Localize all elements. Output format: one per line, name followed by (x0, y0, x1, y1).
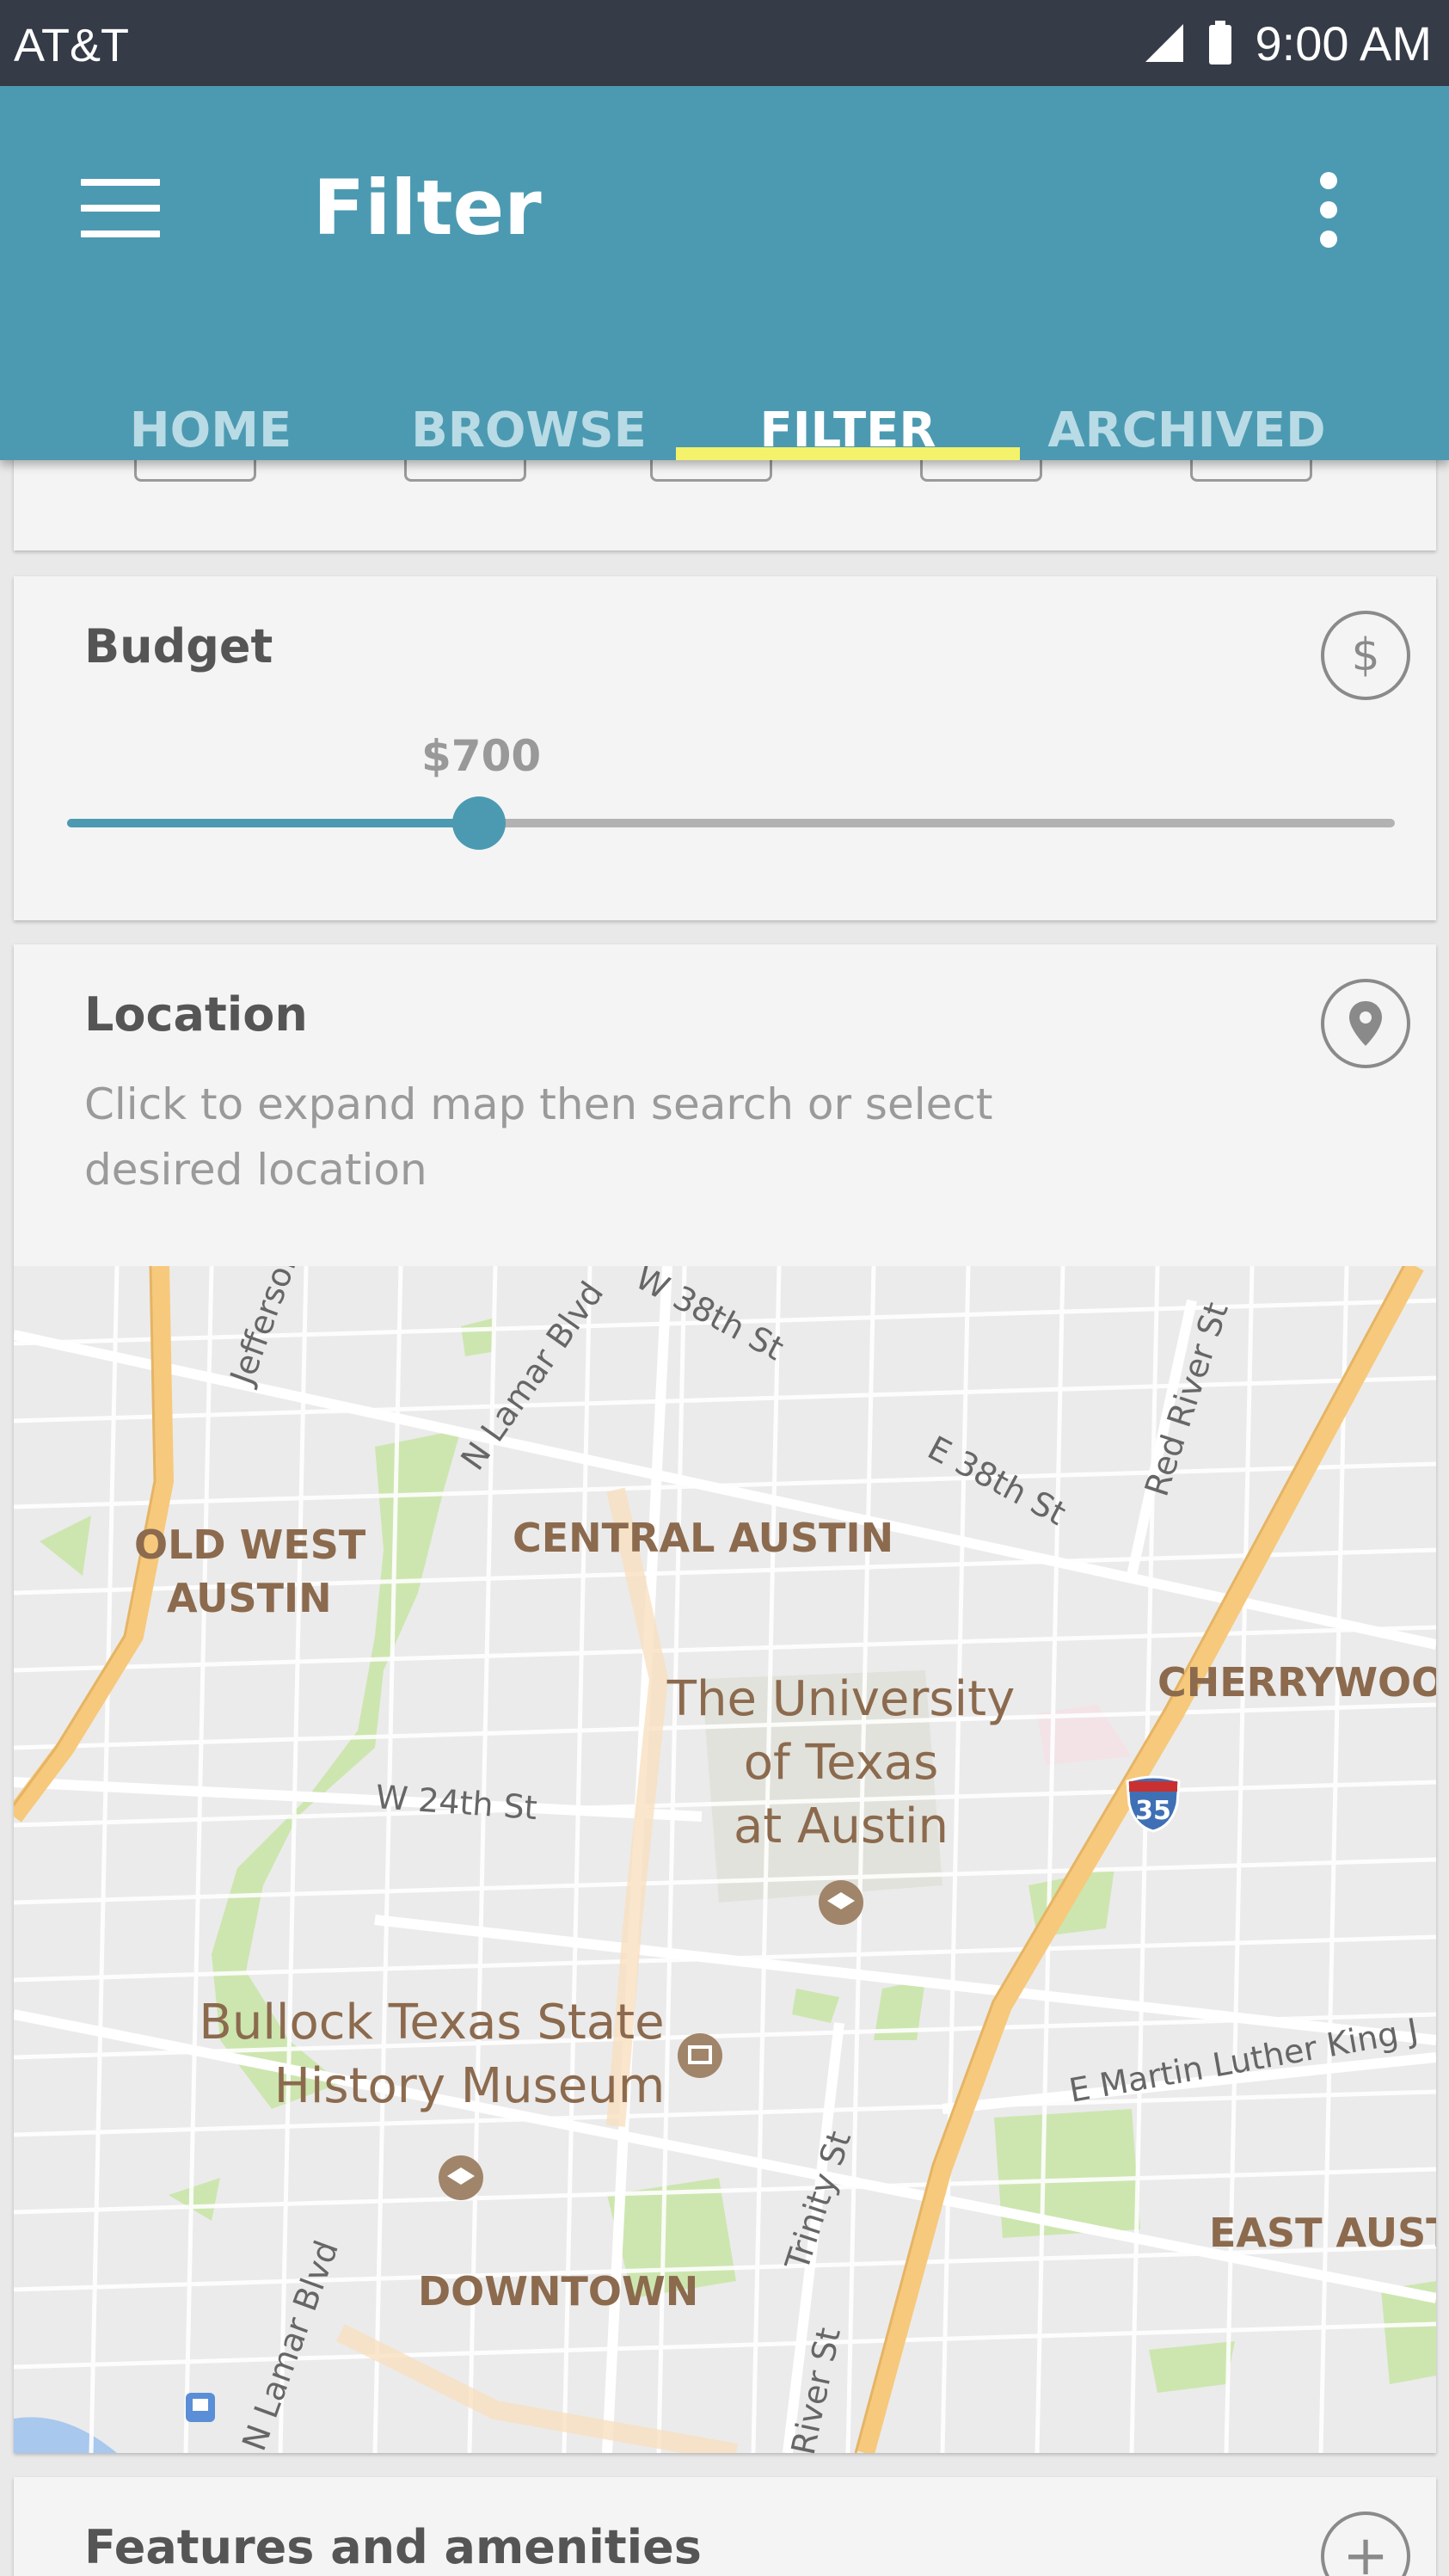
museum-poi-icon (678, 2033, 722, 2078)
svg-text:OLD WEST: OLD WEST (134, 1522, 366, 1568)
svg-text:at Austin: at Austin (734, 1798, 949, 1854)
svg-text:35: 35 (1135, 1796, 1171, 1826)
tab-archived[interactable]: ARCHIVED (1041, 310, 1333, 460)
features-title: Features and amenities (84, 2520, 702, 2574)
battery-icon (1208, 21, 1231, 65)
tab-bar: HOME BROWSE FILTER ARCHIVED (0, 310, 1449, 460)
svg-text:AUSTIN: AUSTIN (167, 1575, 332, 1621)
active-tab-indicator (676, 447, 1020, 460)
school-poi-icon (439, 2155, 483, 2200)
bus-stop-icon (186, 2393, 215, 2422)
location-card: Location Click to expand map then search… (14, 944, 1436, 2453)
svg-text:CENTRAL AUSTIN: CENTRAL AUSTIN (513, 1515, 893, 1561)
location-title: Location (84, 987, 308, 1042)
location-pin-icon (1321, 979, 1410, 1068)
map[interactable]: 35 OLD WEST AUSTIN CENTRAL AUSTIN CHERRY… (14, 1266, 1436, 2453)
svg-text:Bullock Texas State: Bullock Texas State (199, 1995, 664, 2050)
svg-text:of Texas: of Texas (744, 1735, 939, 1791)
budget-value-label: $700 (421, 731, 542, 781)
app-bar: Filter HOME BROWSE FILTER ARCHIVED (0, 86, 1449, 460)
budget-title: Budget (84, 619, 273, 673)
svg-text:The University: The University (666, 1671, 1015, 1727)
dollar-icon: $ (1321, 611, 1410, 700)
svg-text:DOWNTOWN: DOWNTOWN (418, 2268, 698, 2315)
tab-filter[interactable]: FILTER (676, 310, 1020, 460)
university-poi-icon (819, 1880, 863, 1925)
svg-text:EAST AUST: EAST AUST (1209, 2210, 1436, 2256)
add-icon[interactable]: + (1321, 2511, 1410, 2576)
budget-slider-thumb[interactable] (451, 796, 506, 850)
status-indicators: 9:00 AM (1144, 12, 1432, 74)
status-bar: AT&T 9:00 AM (0, 0, 1449, 86)
svg-text:History Museum: History Museum (274, 2058, 666, 2114)
more-options-icon[interactable] (1307, 172, 1350, 249)
tab-browse[interactable]: BROWSE (396, 310, 662, 460)
budget-slider[interactable] (67, 796, 1395, 850)
budget-slider-fill (67, 819, 479, 827)
page-title: Filter (313, 163, 542, 252)
budget-card: Budget $ $700 (14, 576, 1436, 920)
signal-icon (1145, 24, 1183, 62)
svg-text:CHERRYWOO: CHERRYWOO (1157, 1659, 1436, 1706)
carrier-name: AT&T (14, 20, 129, 71)
hamburger-menu-icon[interactable] (81, 179, 160, 237)
tab-home[interactable]: HOME (77, 310, 344, 460)
location-description: Click to expand map then search or selec… (84, 1079, 993, 1195)
clock: 9:00 AM (1255, 15, 1432, 71)
features-card: Features and amenities + (14, 2477, 1436, 2576)
